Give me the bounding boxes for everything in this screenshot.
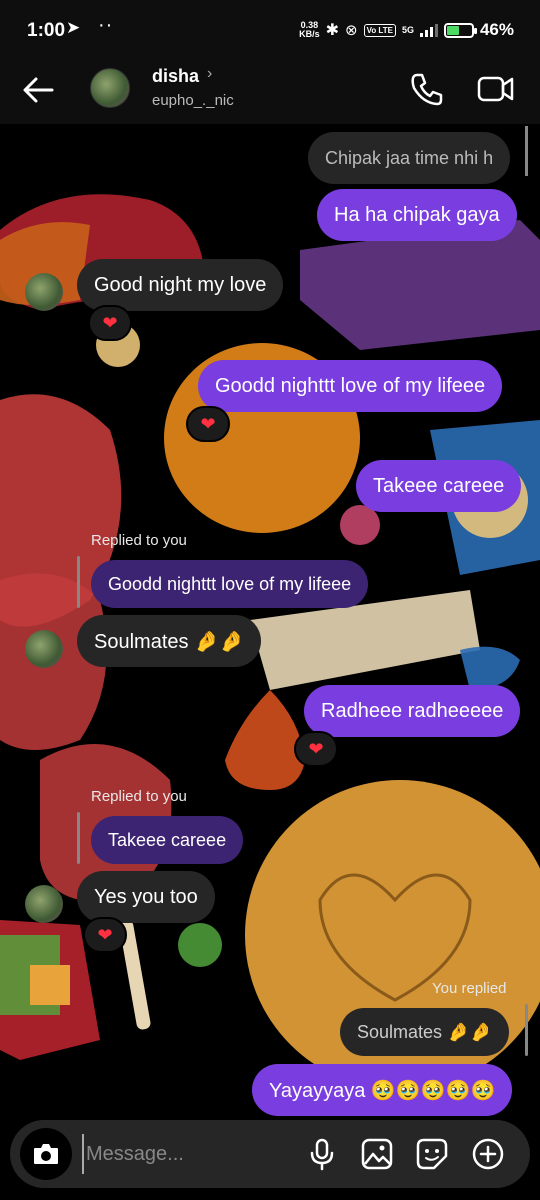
reply-bar [77,812,80,864]
camera-icon [34,1144,58,1164]
sender-avatar[interactable] [25,885,63,923]
contact-name[interactable]: disha [152,66,199,87]
message-outgoing[interactable]: Yayayyaya 🥹🥹🥹🥹🥹 [252,1064,513,1116]
chevron-right-icon[interactable]: › [207,65,212,83]
quoted-message[interactable]: Goodd nighttt love of my lifeee [91,560,369,608]
message-outgoing[interactable]: Takeee careee [356,460,522,512]
hotspot-icon: ⊗ [345,22,358,39]
message-incoming[interactable]: Soulmates 🤌🤌 [77,615,261,667]
chat-header: disha › eupho_._nic [0,56,540,124]
message-incoming[interactable]: Yes you too [77,871,215,923]
message-outgoing[interactable]: Chipak jaa time nhi h [308,132,511,184]
reply-label: You replied [432,980,507,997]
video-call-icon[interactable] [474,70,516,108]
message-outgoing[interactable]: Goodd nighttt love of my lifeee [198,360,503,412]
reply-bar [525,1004,528,1056]
quoted-message[interactable]: Takeee careee [91,816,244,864]
quoted-message[interactable]: Soulmates 🤌🤌 [340,1008,509,1056]
message-outgoing[interactable]: Radheee radheeeee [304,685,521,737]
network-type: 5G [401,25,414,35]
more-notifications-icon: ·· [98,14,114,36]
message-composer [10,1120,530,1188]
plus-circle-icon[interactable] [470,1136,506,1172]
heart-reaction-icon[interactable]: ❤ [88,305,132,341]
telegram-icon: ➤ [66,18,81,37]
contact-avatar[interactable] [90,68,130,108]
back-arrow-icon[interactable] [20,72,56,108]
message-list[interactable]: Chipak jaa time nhi h Ha ha chipak gaya … [0,124,540,1116]
reply-label: Replied to you [91,788,187,805]
network-speed: 0.38 KB/s [299,20,320,39]
heart-reaction-icon[interactable]: ❤ [83,917,127,953]
message-outgoing[interactable]: Ha ha chipak gaya [317,189,517,241]
volte-badge: Vo LTE [363,23,396,37]
reply-label: Replied to you [91,532,187,549]
heart-reaction-icon[interactable]: ❤ [294,731,338,767]
reply-bar [77,556,80,608]
battery-percent: 46% [479,20,514,39]
microphone-icon[interactable] [304,1136,340,1172]
status-bar: 1:00 ➤ ·· 0.38 KB/s ✱ ⊗ Vo LTE 5G 46% [0,0,540,56]
gallery-icon[interactable] [359,1136,395,1172]
sender-avatar[interactable] [25,273,63,311]
battery-icon [443,22,477,38]
sticker-icon[interactable] [414,1136,450,1172]
message-input[interactable] [82,1134,292,1174]
clock: 1:00 [27,20,66,41]
phone-call-icon[interactable] [408,70,446,108]
sender-avatar[interactable] [25,630,63,668]
bluetooth-icon: ✱ [325,22,339,39]
contact-username[interactable]: eupho_._nic [152,92,234,109]
camera-button[interactable] [20,1128,72,1180]
heart-reaction-icon[interactable]: ❤ [186,406,230,442]
message-incoming[interactable]: Good night my love [77,259,284,311]
signal-icon [419,23,438,37]
